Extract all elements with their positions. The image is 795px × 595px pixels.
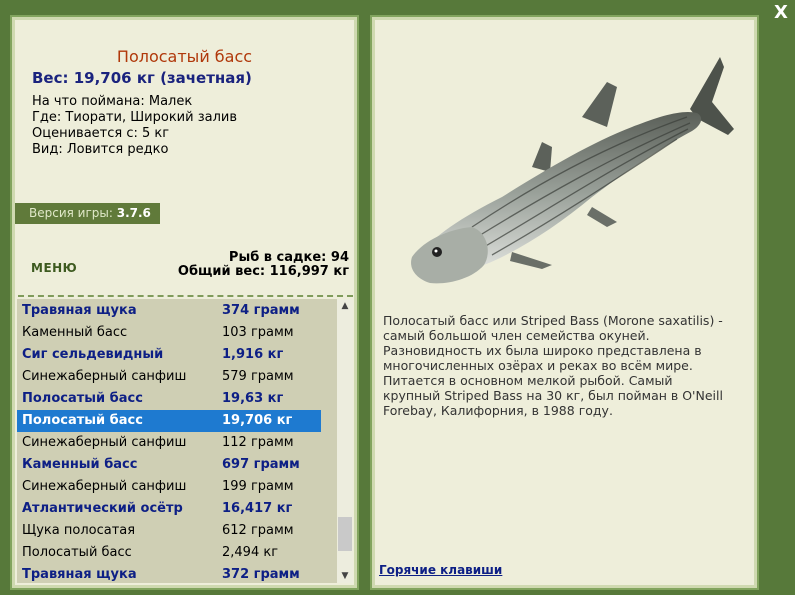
list-item-name: Каменный басс bbox=[22, 457, 138, 472]
list-item-name: Полосатый басс bbox=[22, 413, 143, 428]
list-item-weight: 579 грамм bbox=[222, 369, 294, 384]
list-item-name: Синежаберный санфиш bbox=[22, 369, 187, 384]
striped-bass-image bbox=[411, 57, 734, 284]
divider bbox=[18, 295, 353, 297]
fish-info-panel: Полосатый басс Вес: 19,706 кг (зачетная)… bbox=[10, 15, 359, 590]
list-item[interactable]: Щука полосатая 612 грамм bbox=[17, 520, 321, 542]
scroll-up-icon[interactable]: ▲ bbox=[337, 299, 353, 313]
list-item[interactable]: Синежаберный санфиш 112 грамм bbox=[17, 432, 321, 454]
list-item-name: Атлантический осётр bbox=[22, 501, 183, 516]
scroll-down-icon[interactable]: ▼ bbox=[337, 569, 353, 583]
list-item-name: Полосатый басс bbox=[22, 545, 132, 560]
list-item-weight: 199 грамм bbox=[222, 479, 294, 494]
list-item[interactable]: Синежаберный санфиш 199 грамм bbox=[17, 476, 321, 498]
list-item-name: Травяная щука bbox=[22, 303, 137, 318]
total-weight: Общий вес: 116,997 кг bbox=[177, 264, 349, 279]
list-item-name: Полосатый басс bbox=[22, 391, 143, 406]
list-item-weight: 372 грамм bbox=[222, 567, 300, 582]
bait-info: На что поймана: Малек bbox=[32, 94, 193, 109]
list-item[interactable]: Травяная щука 374 грамм bbox=[17, 300, 321, 322]
close-button[interactable]: X bbox=[771, 2, 791, 24]
fish-detail-panel: Полосатый басс или Striped Bass (Morone … bbox=[370, 15, 759, 590]
list-item-weight: 697 грамм bbox=[222, 457, 300, 472]
list-item[interactable]: Каменный басс 697 грамм bbox=[17, 454, 321, 476]
scroll-thumb[interactable] bbox=[338, 517, 352, 551]
location-info: Где: Тиорати, Широкий залив bbox=[32, 110, 238, 125]
list-item[interactable]: Синежаберный санфиш 579 грамм bbox=[17, 366, 321, 388]
version-bar: Версия игры: 3.7.6 bbox=[15, 203, 160, 224]
fish-name: Полосатый басс bbox=[116, 47, 253, 66]
list-item-name: Каменный басс bbox=[22, 325, 128, 340]
list-item[interactable]: Полосатый басс 19,63 кг bbox=[17, 388, 321, 410]
list-item-weight: 374 грамм bbox=[222, 303, 300, 318]
version-value: 3.7.6 bbox=[116, 206, 151, 220]
list-item-name: Сиг сельдевидный bbox=[22, 347, 164, 362]
list-item-weight: 19,706 кг bbox=[222, 413, 293, 428]
list-item-name: Синежаберный санфиш bbox=[22, 435, 187, 450]
list-item[interactable]: Атлантический осётр 16,417 кг bbox=[17, 498, 321, 520]
version-label: Версия игры: bbox=[29, 206, 113, 220]
list-item-weight: 19,63 кг bbox=[222, 391, 284, 406]
list-item-name: Щука полосатая bbox=[22, 523, 136, 538]
fish-weight: Вес: 19,706 кг (зачетная) bbox=[32, 69, 252, 87]
list-item-weight: 612 грамм bbox=[222, 523, 294, 538]
catch-list[interactable]: Травяная щука 374 грамм Каменный басс 103 г… bbox=[17, 299, 337, 583]
list-item[interactable]: Полосатый басс 2,494 кг bbox=[17, 542, 321, 564]
list-item-name: Травяная щука bbox=[22, 567, 137, 582]
list-item-weight: 103 грамм bbox=[222, 325, 294, 340]
list-item[interactable]: Травяная щука 372 грамм bbox=[17, 564, 321, 583]
hotkeys-link[interactable]: Горячие клавиши bbox=[379, 563, 502, 577]
list-item-weight: 1,916 кг bbox=[222, 347, 284, 362]
value-info: Оценивается с: 5 кг bbox=[32, 126, 170, 141]
list-item[interactable]: Каменный басс 103 грамм bbox=[17, 322, 321, 344]
list-item-weight: 2,494 кг bbox=[222, 545, 279, 560]
rarity-info: Вид: Ловится редко bbox=[32, 142, 169, 157]
fish-description: Полосатый басс или Striped Bass (Morone … bbox=[383, 313, 723, 418]
list-item-weight: 112 грамм bbox=[222, 435, 294, 450]
scrollbar[interactable]: ▲ ▼ bbox=[337, 299, 353, 583]
list-item-name: Синежаберный санфиш bbox=[22, 479, 187, 494]
fish-count: Рыб в садке: 94 bbox=[228, 250, 349, 265]
list-item[interactable]: Сиг сельдевидный 1,916 кг bbox=[17, 344, 321, 366]
list-item[interactable]: Полосатый басс 19,706 кг bbox=[17, 410, 321, 432]
list-item-weight: 16,417 кг bbox=[222, 501, 293, 516]
menu-button[interactable]: МЕНЮ bbox=[31, 261, 77, 275]
